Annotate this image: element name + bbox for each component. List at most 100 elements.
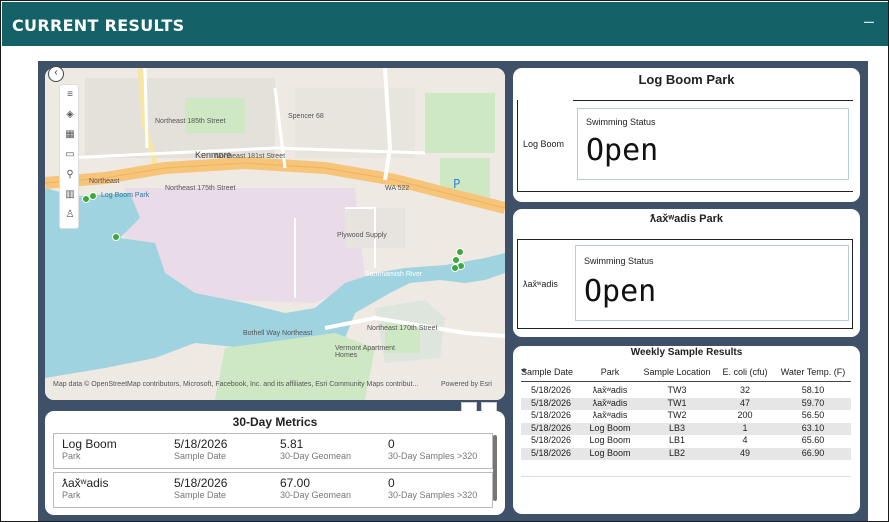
table-row[interactable]: 5/18/2026 Log Boom LB3 1 63.10: [521, 422, 851, 435]
metric-samples-label: 30-Day Samples >320: [388, 490, 478, 500]
status-label: Swimming Status: [586, 117, 656, 127]
table-cell: ƛax̌ʷadis: [592, 397, 628, 408]
table-cell: Log Boom: [589, 435, 631, 445]
search-icon[interactable]: ⚲: [62, 167, 78, 183]
map-label-ne-185th: Northeast 185th Street: [155, 118, 226, 125]
table-cell: LB3: [668, 422, 685, 433]
park-side-label: Log Boom: [523, 139, 565, 149]
map-label-northeast: Northeast: [89, 178, 120, 185]
table-row[interactable]: 5/18/2026 Log Boom LB2 49 66.90: [521, 447, 851, 460]
status-value: Open: [586, 133, 659, 168]
table-cell: ƛax̌ʷadis: [592, 385, 628, 395]
grid-icon[interactable]: ▦: [62, 127, 78, 143]
map-panel[interactable]: P Kenmore Log Boom Park Plywood Supply N…: [45, 68, 505, 400]
map-label-wa522: WA 522: [385, 185, 410, 192]
table-cell: ƛax̌ʷadis: [592, 410, 628, 420]
map-label-ne-170th: Northeast 170th Street: [367, 325, 438, 332]
table-cell: 1: [742, 422, 748, 433]
table-cell: Log Boom: [589, 422, 631, 433]
list-icon[interactable]: ≡: [62, 87, 78, 103]
table-cell: TW3: [667, 385, 687, 395]
metrics-title: 30-Day Metrics: [232, 415, 318, 429]
layers-icon[interactable]: ◈: [62, 107, 78, 123]
map-label-bothell-way: Bothell Way Northeast: [243, 330, 313, 337]
status-box: Swimming Status Open: [577, 108, 849, 180]
metrics-scrollbar[interactable]: [493, 435, 497, 501]
metric-geomean: 5.81: [280, 437, 304, 451]
table-cell: TW2: [667, 410, 687, 420]
report-frame: CURRENT RESULTS – P Kenmore Log Boom Par…: [0, 0, 889, 522]
col-park[interactable]: Park: [587, 367, 633, 377]
metric-row: Log Boom Park 5/18/2026 Sample Date 5.81 30…: [53, 433, 493, 469]
metric-date: 5/18/2026: [174, 437, 228, 451]
table-cell: LB1: [668, 435, 685, 445]
metric-samples-label: 30-Day Samples >320: [388, 451, 478, 461]
metric-samples: 0: [388, 476, 395, 490]
weekly-title: Weekly Sample Results: [630, 347, 743, 358]
map-label-sammamish-river: Sammamish River: [365, 271, 423, 278]
table-cell: 5/18/2026: [530, 410, 572, 420]
table-cell: 200: [737, 410, 753, 420]
table-row[interactable]: 5/18/2026 ƛax̌ʷadis TW3 32 58.10: [521, 385, 851, 397]
status-card-tlaxwadis: ƛax̌ʷadis Park ƛax̌ʷadis Swimming Status…: [513, 209, 860, 337]
status-label: Swimming Status: [584, 256, 654, 266]
table-footer: [521, 476, 851, 490]
map-label-ne-175th: Northeast 175th Street: [165, 185, 236, 192]
table-cell: 58.10: [801, 385, 825, 395]
sort-arrow-icon: [521, 369, 527, 373]
park-side-label: ƛax̌ʷadis: [523, 279, 558, 289]
section-title: CURRENT RESULTS: [12, 16, 185, 35]
table-cell: 5/18/2026: [530, 397, 572, 408]
table-cell: 59.70: [801, 397, 825, 408]
select-icon[interactable]: ▭: [62, 147, 78, 163]
metric-samples: 0: [388, 437, 395, 451]
table-cell: LB2: [668, 447, 685, 458]
table-cell: 49: [739, 447, 750, 458]
status-card-log-boom: Log Boom Park Log Boom Swimming Status O…: [513, 68, 860, 202]
table-row[interactable]: 5/18/2026 Log Boom LB1 4 65.60: [521, 435, 851, 447]
map-label-vermont: Vermont Apartment Homes: [335, 345, 395, 359]
table-cell: 5/18/2026: [530, 435, 572, 445]
park-title: ƛax̌ʷadis Park: [649, 213, 724, 225]
metric-date-label: Sample Date: [174, 490, 227, 500]
table-cell: 66.90: [801, 447, 825, 458]
col-sample-location[interactable]: Sample Location: [637, 367, 717, 377]
metric-park-label: Park: [62, 451, 81, 461]
status-box: Swimming Status Open: [575, 245, 849, 321]
metric-geomean-label: 30-Day Geomean: [280, 490, 352, 500]
metric-row: ƛax̌ʷadis Park 5/18/2026 Sample Date 67.00…: [53, 472, 493, 508]
powered-by-esri[interactable]: Powered by Esri: [441, 381, 492, 388]
park-title: Log Boom Park: [638, 72, 735, 87]
map-label-spencer: Spencer 68: [288, 113, 324, 120]
table-cell: 47: [739, 397, 750, 408]
metric-geomean: 67.00: [280, 476, 311, 490]
table-cell: 5/18/2026: [530, 447, 572, 458]
map-attribution: Map data © OpenStreetMap contributors, M…: [53, 381, 419, 388]
table-cell: 5/18/2026: [530, 422, 572, 433]
map-label-ne-181st: Northeast 181st Street: [215, 153, 286, 160]
table-row[interactable]: 5/18/2026 ƛax̌ʷadis TW1 47 59.70: [521, 397, 851, 410]
table-cell: 32: [739, 385, 750, 395]
metric-park: ƛax̌ʷadis: [62, 476, 109, 490]
table-cell: TW1: [667, 397, 687, 408]
metric-date: 5/18/2026: [174, 476, 228, 490]
col-water-temp[interactable]: Water Temp. (F): [775, 367, 851, 377]
metric-park: Log Boom: [62, 437, 117, 451]
table-cell: 4: [742, 435, 748, 445]
metric-date-label: Sample Date: [174, 451, 227, 461]
collapse-button[interactable]: –: [864, 11, 874, 32]
col-ecoli[interactable]: E. coli (cfu): [717, 367, 773, 377]
table-cell: 56.50: [801, 410, 825, 420]
basemap[interactable]: P: [45, 68, 505, 400]
table-cell: Log Boom: [589, 447, 631, 458]
table-cell: 63.10: [801, 422, 825, 433]
metric-geomean-label: 30-Day Geomean: [280, 451, 352, 461]
person-icon[interactable]: ♙: [62, 207, 78, 223]
chart-icon[interactable]: ▥: [62, 187, 78, 203]
status-value: Open: [584, 274, 657, 309]
section-header: CURRENT RESULTS –: [2, 2, 888, 46]
back-arrow-icon[interactable]: ‹: [48, 66, 64, 82]
table-row[interactable]: 5/18/2026 ƛax̌ʷadis TW2 200 56.50: [521, 410, 851, 422]
table-cell: 5/18/2026: [530, 385, 572, 395]
header-divider: [521, 381, 851, 382]
